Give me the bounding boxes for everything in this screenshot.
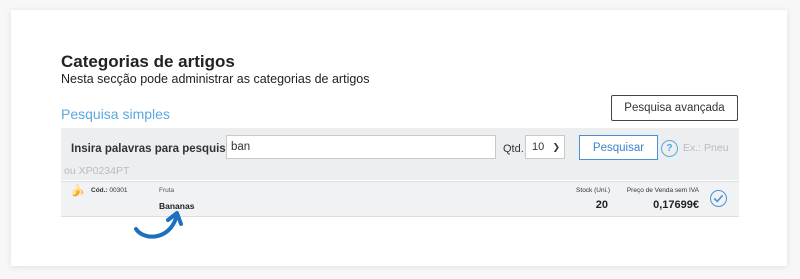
page-subtitle: Nesta secção pode administrar as categor… bbox=[61, 72, 370, 86]
product-code: Cód.: 00301 bbox=[91, 187, 128, 194]
chevron-down-icon: ❯ bbox=[552, 142, 560, 152]
page-title: Categorias de artigos bbox=[61, 52, 235, 71]
stock-value: 20 bbox=[595, 199, 608, 211]
simple-search-title: Pesquisa simples bbox=[61, 106, 170, 122]
search-button[interactable]: Pesquisar bbox=[579, 135, 658, 160]
price-value: 0,17699€ bbox=[653, 199, 699, 211]
select-check-icon[interactable] bbox=[710, 190, 727, 207]
search-label: Insira palavras para pesquisar bbox=[71, 143, 237, 155]
search-input[interactable] bbox=[226, 135, 496, 159]
quantity-value: 10 bbox=[532, 141, 545, 153]
curved-arrow-icon bbox=[134, 211, 183, 239]
product-code-value: 00301 bbox=[109, 187, 128, 194]
quantity-label: Qtd. bbox=[503, 143, 524, 155]
banana-icon: 🍌 bbox=[70, 183, 85, 197]
stock-label: Stock (Uni.) bbox=[576, 187, 610, 194]
advanced-search-button[interactable]: Pesquisa avançada bbox=[611, 95, 738, 121]
search-hint: Ex.: Pneu bbox=[683, 142, 729, 154]
help-icon[interactable]: ? bbox=[661, 140, 678, 157]
quantity-select[interactable]: 10 ❯ bbox=[525, 135, 565, 159]
price-label: Preço de Venda sem IVA bbox=[626, 187, 699, 194]
search-hint-continued: ou XP0234PT bbox=[64, 165, 130, 177]
product-category: Fruta bbox=[159, 187, 175, 194]
check-mark-icon bbox=[713, 195, 723, 203]
product-code-label: Cód.: bbox=[91, 187, 108, 194]
